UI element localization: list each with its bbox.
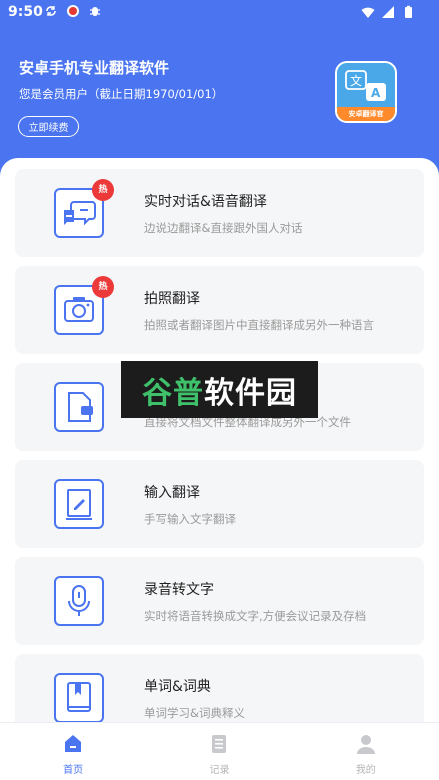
nav-label: 我的 [355, 765, 376, 776]
bookmark-book-icon [54, 673, 104, 722]
watermark-rest: 软件园 [204, 375, 297, 411]
nav-label: 首页 [63, 765, 84, 776]
feature-desc: 拍照或者翻译图片中直接翻译成另外一种语言 [144, 318, 374, 332]
status-icons-left [44, 4, 102, 18]
feature-title: 录音转文字 [144, 582, 214, 598]
status-bar: 9:50 [0, 0, 439, 24]
nav-profile[interactable]: 我的 [293, 723, 439, 780]
svg-text:文: 文 [350, 73, 362, 88]
membership-status: 您是会员用户（截止日期1970/01/01） [19, 87, 224, 101]
svg-text:A: A [371, 86, 381, 100]
feature-list: 热 实时对话&语音翻译 边说边翻译&直接跟外国人对话 热 拍照翻译 拍照或者翻译… [0, 158, 439, 722]
logo-banner: 安卓翻译官 [337, 107, 395, 121]
feature-card-input-translate[interactable]: 输入翻译 手写输入文字翻译 [15, 460, 424, 548]
bug-icon [90, 7, 100, 16]
app-notification-icon [67, 5, 79, 17]
translate-icon: 文 A [345, 70, 386, 101]
battery-icon [405, 5, 412, 18]
wifi-icon [361, 7, 375, 18]
profile-icon [356, 735, 375, 754]
header: 9:50 安卓手机专业翻译软件 您是会员用户（截止日期1970/01/01） 立… [0, 0, 439, 175]
status-icons-right [361, 5, 415, 19]
home-icon [65, 735, 82, 752]
watermark-first: 谷普 [142, 375, 204, 411]
microphone-icon [54, 576, 104, 626]
page-title: 安卓手机专业翻译软件 [19, 59, 170, 77]
feature-card-dictionary[interactable]: 单词&词典 单词学习&词典释义 [15, 654, 424, 722]
sync-icon [46, 6, 56, 16]
renew-button[interactable]: 立即续费 [18, 116, 79, 137]
watermark: 谷普 软件园 [121, 361, 318, 418]
feature-title: 实时对话&语音翻译 [144, 194, 267, 210]
nav-records[interactable]: 记录 [146, 723, 292, 780]
feature-desc: 边说边翻译&直接跟外国人对话 [144, 221, 303, 235]
feature-title: 拍照翻译 [144, 291, 200, 307]
feature-desc: 实时将语音转换成文字,方便会议记录及存档 [144, 609, 367, 623]
bottom-nav: 首页 记录 我的 [0, 722, 439, 780]
records-icon [212, 735, 227, 753]
feature-title: 单词&词典 [144, 679, 211, 695]
feature-card-recording-to-text[interactable]: 录音转文字 实时将语音转换成文字,方便会议记录及存档 [15, 557, 424, 645]
signal-icon [382, 6, 394, 18]
pen-book-icon [54, 479, 104, 529]
document-icon [54, 382, 104, 432]
nav-home[interactable]: 首页 [0, 723, 146, 780]
hot-badge: 热 [92, 179, 114, 201]
hot-badge: 热 [92, 276, 114, 298]
feature-title: 输入翻译 [144, 485, 200, 501]
nav-label: 记录 [209, 765, 230, 776]
feature-desc: 手写输入文字翻译 [144, 512, 236, 526]
feature-desc: 单词学习&词典释义 [144, 706, 245, 720]
feature-card-photo-translate[interactable]: 热 拍照翻译 拍照或者翻译图片中直接翻译成另外一种语言 [15, 266, 424, 354]
app-logo: 文 A 安卓翻译官 [335, 61, 397, 123]
status-time: 9:50 [8, 4, 43, 20]
feature-card-voice-translate[interactable]: 热 实时对话&语音翻译 边说边翻译&直接跟外国人对话 [15, 169, 424, 257]
